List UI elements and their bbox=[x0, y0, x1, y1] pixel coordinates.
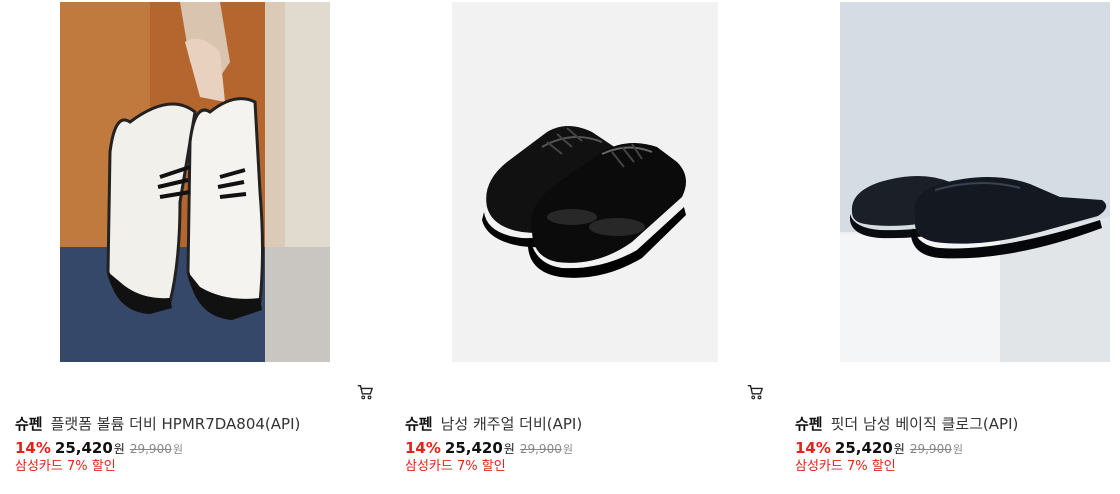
product-title[interactable]: 슈펜 남성 캐주얼 더비(API) bbox=[405, 414, 582, 434]
product-image[interactable] bbox=[452, 2, 718, 362]
original-price-unit: 원 bbox=[562, 443, 573, 456]
card-benefit: 삼성카드 7% 할인 bbox=[15, 459, 116, 474]
product-card[interactable]: 슈펜 남성 캐주얼 더비(API) 14% 25,420원 29,900원 삼성카드 … bbox=[390, 0, 770, 494]
price-row: 14% 25,420원 29,900원 bbox=[405, 439, 573, 459]
card-benefit: 삼성카드 7% 할인 bbox=[795, 459, 896, 474]
discount-rate: 14% bbox=[795, 439, 831, 457]
product-name[interactable]: 핏더 남성 베이직 클로그(API) bbox=[831, 415, 1019, 433]
original-price-unit: 원 bbox=[952, 443, 963, 456]
sale-price-unit: 원 bbox=[893, 442, 905, 456]
white-derby-shoes-image bbox=[60, 2, 330, 362]
product-name[interactable]: 플랫폼 볼륨 더비 HPMR7DA804(API) bbox=[51, 415, 301, 433]
sale-price-unit: 원 bbox=[113, 442, 125, 456]
discount-rate: 14% bbox=[405, 439, 441, 457]
product-image[interactable] bbox=[840, 2, 1110, 362]
brand-name[interactable]: 슈펜 bbox=[15, 415, 43, 433]
product-card[interactable]: 슈펜 핏더 남성 베이직 클로그(API) 14% 25,420원 29,900원 삼… bbox=[780, 0, 1120, 494]
original-price: 29,900 bbox=[129, 442, 172, 456]
black-derby-shoes-image bbox=[452, 2, 718, 362]
sale-price: 25,420 bbox=[444, 439, 503, 457]
original-price: 29,900 bbox=[519, 442, 562, 456]
sale-price-unit: 원 bbox=[503, 442, 515, 456]
product-title[interactable]: 슈펜 핏더 남성 베이직 클로그(API) bbox=[795, 414, 1018, 434]
sale-price: 25,420 bbox=[834, 439, 893, 457]
product-title[interactable]: 슈펜 플랫폼 볼륨 더비 HPMR7DA804(API) bbox=[15, 414, 300, 434]
add-to-cart-button[interactable] bbox=[743, 380, 767, 404]
black-clogs-image bbox=[840, 2, 1110, 362]
product-card[interactable]: 슈펜 플랫폼 볼륨 더비 HPMR7DA804(API) 14% 25,420원 29… bbox=[0, 0, 380, 494]
brand-name[interactable]: 슈펜 bbox=[405, 415, 433, 433]
original-price: 29,900 bbox=[909, 442, 952, 456]
add-to-cart-button[interactable] bbox=[353, 380, 377, 404]
price-row: 14% 25,420원 29,900원 bbox=[15, 439, 183, 459]
card-benefit: 삼성카드 7% 할인 bbox=[405, 459, 506, 474]
original-price-unit: 원 bbox=[172, 443, 183, 456]
discount-rate: 14% bbox=[15, 439, 51, 457]
cart-icon bbox=[747, 385, 763, 400]
price-row: 14% 25,420원 29,900원 bbox=[795, 439, 963, 459]
product-image[interactable] bbox=[60, 2, 330, 362]
brand-name[interactable]: 슈펜 bbox=[795, 415, 823, 433]
cart-icon bbox=[357, 385, 373, 400]
sale-price: 25,420 bbox=[54, 439, 113, 457]
product-name[interactable]: 남성 캐주얼 더비(API) bbox=[441, 415, 583, 433]
